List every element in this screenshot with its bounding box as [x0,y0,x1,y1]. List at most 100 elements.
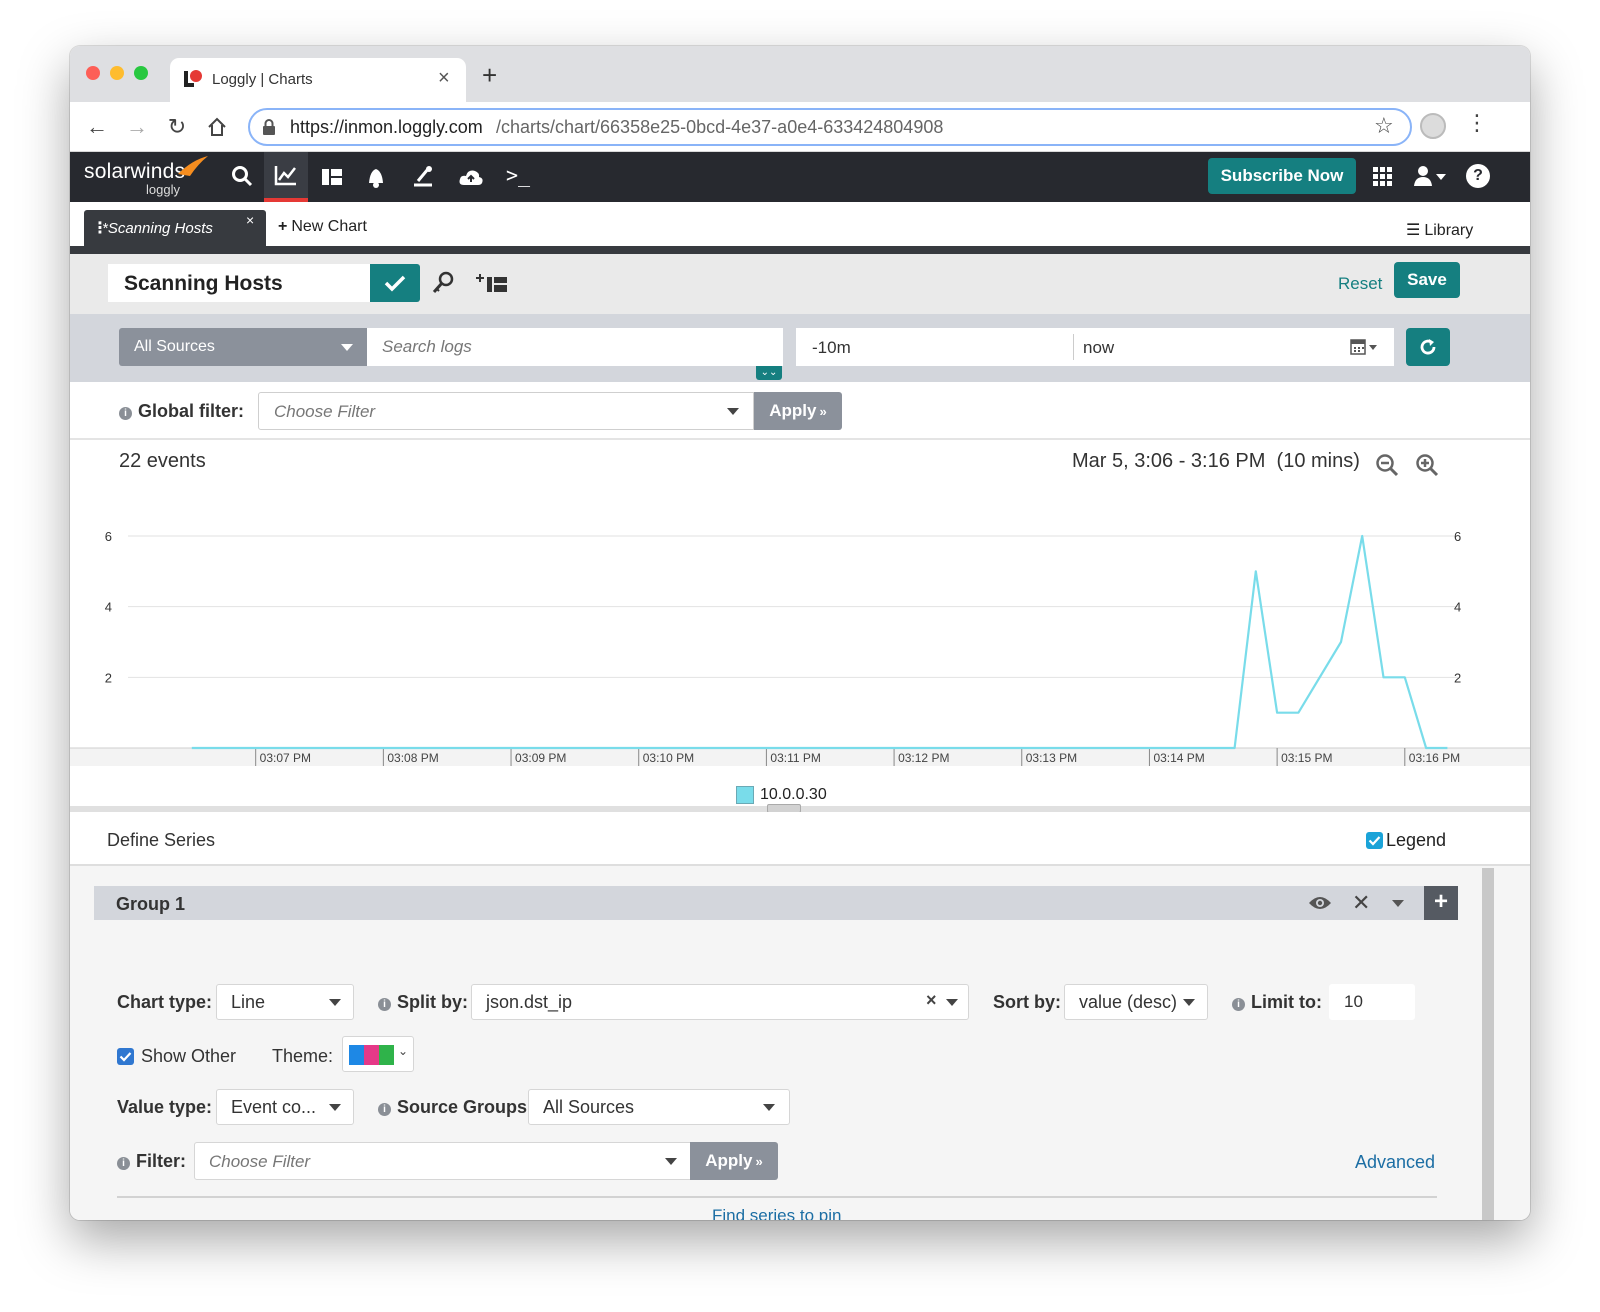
chevron-down-icon [341,344,353,351]
divider [117,1196,1437,1198]
refresh-button[interactable] [1406,328,1450,366]
x-tick-label: 03:12 PM [898,751,949,765]
charts-icon [274,164,298,191]
loggly-favicon-icon [182,68,204,90]
advanced-link[interactable]: Advanced [1355,1152,1435,1173]
x-tick-label: 03:14 PM [1153,751,1204,765]
chevron-down-icon [1183,999,1195,1006]
tab-label: *Scanning Hosts [102,220,213,237]
confirm-name-button[interactable] [370,264,420,302]
browser-tab[interactable]: Loggly | Charts × [170,58,466,102]
chart-type-select[interactable]: Line [216,984,354,1020]
close-chart-tab-icon[interactable]: × [246,212,254,228]
browser-menu-icon[interactable]: ⋮ [1466,110,1488,136]
minimize-window-button[interactable] [110,66,124,80]
split-by-select[interactable]: json.dst_ip × [471,984,969,1020]
legend-checkbox[interactable] [1366,832,1383,849]
chevron-down-icon [329,999,341,1006]
maximize-window-button[interactable] [134,66,148,80]
library-label: Library [1424,222,1474,239]
tab-title: Loggly | Charts [212,71,313,88]
time-to-input[interactable]: now [1083,338,1114,358]
x-tick-label: 03:16 PM [1409,751,1460,765]
expand-search-icon[interactable]: ⌄⌄ [756,366,782,380]
address-bar-row: ← → ↻ https://inmon.loggly.com /charts/c… [70,102,1530,152]
limit-input[interactable]: 10 [1329,984,1415,1020]
limit-label-wrap: i Limit to: [1232,992,1322,1013]
chart-tabs-bar: ⋮ *Scanning Hosts × + New Chart ☰ Library [70,202,1530,254]
sort-by-label: Sort by: [993,992,1062,1012]
save-button[interactable]: Save [1394,262,1460,298]
new-chart-button[interactable]: + New Chart [278,218,367,236]
terminal-icon[interactable]: >_ [506,163,530,187]
filter-label-wrap: i Filter: [117,1151,186,1172]
bookmark-star-icon[interactable]: ☆ [1374,113,1394,139]
eye-icon[interactable] [1308,894,1332,917]
add-group-button[interactable]: + [1424,886,1458,920]
series-filter-apply-button[interactable]: Apply» [690,1142,778,1180]
global-filter-apply-button[interactable]: Apply» [754,392,842,430]
remove-group-icon[interactable]: ✕ [1352,890,1370,916]
subscribe-now-button[interactable]: Subscribe Now [1208,158,1356,194]
reload-icon[interactable]: ↻ [164,112,190,142]
add-to-dashboard-icon[interactable] [476,270,510,296]
back-icon[interactable]: ← [84,112,110,142]
new-tab-icon[interactable]: + [482,60,497,91]
x-tick-label: 03:11 PM [770,751,820,765]
brand-logo[interactable]: solarwinds [84,160,185,184]
global-filter-select[interactable]: Choose Filter [258,392,754,430]
url-field[interactable]: https://inmon.loggly.com /charts/chart/6… [248,108,1412,146]
source-groups-label: Source Groups [397,1097,528,1117]
group-title: Group 1 [116,894,186,914]
chart-name-input[interactable]: Scanning Hosts [108,264,370,302]
dashboards-icon[interactable] [320,165,344,189]
show-other-checkbox[interactable] [117,1048,134,1065]
calendar-icon[interactable] [1350,338,1380,361]
source-select-value: All Sources [134,338,215,355]
global-filter-label-wrap: i Global filter: [119,401,244,422]
reset-link[interactable]: Reset [1338,274,1382,294]
nav-charts-tab[interactable] [264,152,308,202]
library-button[interactable]: ☰ Library [1406,220,1473,240]
key-settings-icon[interactable] [430,270,458,296]
time-from-input[interactable]: -10m [812,338,851,358]
find-series-link[interactable]: Find series to pin [712,1206,841,1220]
close-tab-icon[interactable]: × [438,67,450,90]
user-menu-icon[interactable] [1412,164,1448,188]
source-setup-icon[interactable] [410,164,436,190]
theme-label: Theme: [272,1046,334,1066]
cloud-icon[interactable] [458,164,484,190]
apps-grid-icon[interactable] [1372,166,1394,188]
tab-scanning-hosts[interactable]: ⋮ *Scanning Hosts × [84,210,266,246]
search-icon[interactable] [230,164,254,188]
source-groups-select[interactable]: All Sources [528,1089,790,1125]
scrollbar[interactable] [1482,868,1494,1220]
chevrons-right-icon: » [819,403,827,419]
series-filter-select[interactable]: Choose Filter [194,1142,692,1180]
search-input[interactable]: Search logs [367,328,783,366]
forward-icon[interactable]: → [124,112,150,142]
legend-swatch [736,786,754,804]
info-icon: i [378,998,391,1011]
sort-by-select[interactable]: value (desc) [1064,984,1208,1020]
clear-icon[interactable]: × [926,990,937,1011]
lock-icon [262,119,276,140]
home-icon[interactable] [204,112,230,142]
chevron-down-icon[interactable] [1392,900,1404,907]
theme-select[interactable]: ⌄ [342,1036,414,1072]
plus-icon: + [278,218,288,235]
time-range-picker[interactable]: -10m now [796,328,1394,366]
app-navbar: solarwinds loggly >_ Subscribe Now ? [70,152,1530,202]
value-type-select[interactable]: Event co... [216,1089,354,1125]
source-select[interactable]: All Sources [119,328,367,366]
profile-avatar-icon[interactable] [1420,113,1446,139]
legend-checkbox-label: Legend [1386,830,1447,850]
chevron-down-icon [329,1104,341,1111]
value-type-label: Value type: [117,1097,213,1117]
alerts-icon[interactable] [364,164,388,190]
split-by-label: Split by: [397,992,468,1012]
close-window-button[interactable] [86,66,100,80]
help-icon[interactable]: ? [1466,164,1490,188]
y-tick-label-left: 6 [105,529,112,544]
new-chart-label: New Chart [291,218,367,235]
